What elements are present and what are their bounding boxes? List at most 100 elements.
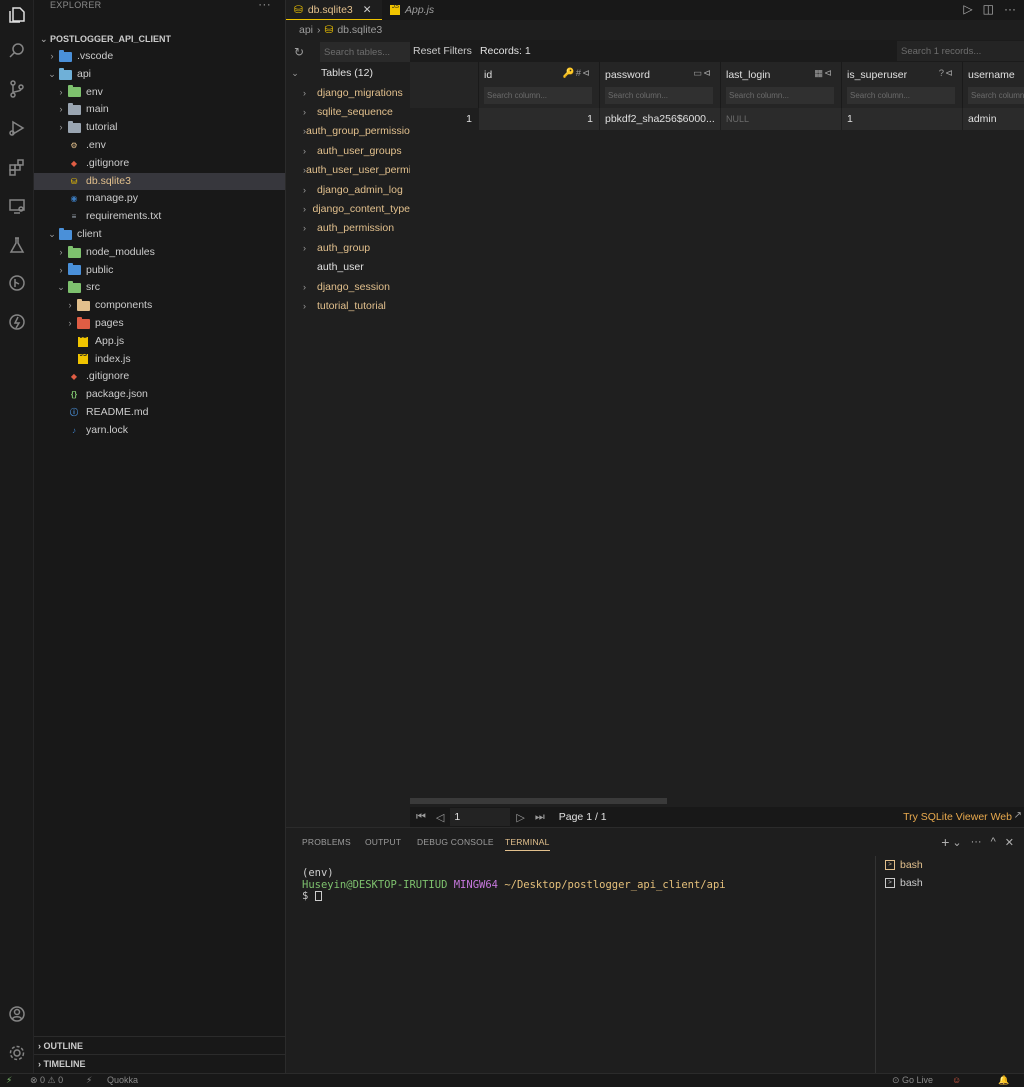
tab-app-js[interactable]: JS App.js bbox=[382, 0, 452, 20]
tree-item-gitignore[interactable]: ◆ .gitignore bbox=[34, 368, 285, 386]
table-item-auth-user-groups[interactable]: › auth_user_groups bbox=[286, 141, 410, 160]
table-item-auth-user-user-permissions[interactable]: ›auth_user_user_permissions bbox=[286, 161, 410, 180]
table-item-sqlite-sequence[interactable]: › sqlite_sequence bbox=[286, 102, 410, 121]
terminal-output[interactable]: (env) Huseyin@DESKTOP-IRUTIUD MINGW64 ~/… bbox=[302, 867, 726, 903]
tree-item-readme-md[interactable]: ⓘ README.md bbox=[34, 404, 285, 422]
settings-gear-icon[interactable] bbox=[4, 1040, 30, 1066]
tab-debug-console[interactable]: DEBUG CONSOLE bbox=[417, 837, 494, 847]
table-item-django-admin-log[interactable]: › django_admin_log bbox=[286, 180, 410, 199]
thunder-client-icon[interactable] bbox=[4, 309, 30, 335]
tree-item-index-js[interactable]: JS index.js bbox=[34, 351, 285, 369]
table-item-django-content-type[interactable]: › django_content_type bbox=[286, 199, 410, 218]
search-icon[interactable] bbox=[4, 38, 30, 64]
column-header-id[interactable]: id 🔑#⊲ bbox=[479, 62, 600, 108]
column-header-last-login[interactable]: last_login ▦⊲ bbox=[721, 62, 842, 108]
git-graph-icon[interactable] bbox=[4, 270, 30, 296]
tab-output[interactable]: OUTPUT bbox=[365, 837, 401, 847]
explorer-icon[interactable] bbox=[4, 2, 30, 28]
table-item-auth-group[interactable]: › auth_group bbox=[286, 238, 410, 257]
tree-item-yarn-lock[interactable]: ♪ yarn.lock bbox=[34, 422, 285, 440]
table-search-input[interactable] bbox=[320, 42, 410, 62]
testing-icon[interactable] bbox=[4, 232, 30, 258]
column-type-pin-icon[interactable]: ▭⊲ bbox=[693, 68, 712, 79]
column-search-input[interactable] bbox=[847, 87, 955, 104]
tree-item-package-json[interactable]: {} package.json bbox=[34, 386, 285, 404]
breadcrumb-folder[interactable]: api bbox=[299, 24, 313, 36]
tree-item-api[interactable]: ⌄ api bbox=[34, 66, 285, 84]
close-panel-icon[interactable]: ✕ bbox=[1005, 836, 1014, 849]
tab-db-sqlite3[interactable]: ⛁ db.sqlite3 ✕ bbox=[286, 0, 382, 20]
column-search-input[interactable] bbox=[605, 87, 713, 104]
source-control-icon[interactable] bbox=[4, 76, 30, 102]
column-type-pin-icon[interactable]: ▦⊲ bbox=[814, 68, 833, 79]
outline-section[interactable]: › OUTLINE bbox=[34, 1036, 286, 1054]
column-type-pin-icon[interactable]: 🔑#⊲ bbox=[563, 68, 591, 79]
remote-explorer-icon[interactable] bbox=[4, 193, 30, 219]
tree-item-client[interactable]: ⌄ client bbox=[34, 226, 285, 244]
tree-item-gitignore[interactable]: ◆ .gitignore bbox=[34, 155, 285, 173]
terminal-item-bash-2[interactable]: > bash bbox=[876, 874, 1024, 892]
new-terminal-button[interactable]: + bbox=[941, 834, 949, 850]
column-search-input[interactable] bbox=[968, 87, 1024, 104]
remote-icon[interactable]: ⚡ bbox=[6, 1075, 12, 1086]
refresh-icon[interactable]: ↻ bbox=[290, 43, 308, 61]
tab-problems[interactable]: PROBLEMS bbox=[302, 837, 351, 847]
next-page-button[interactable]: ▷ bbox=[516, 811, 524, 824]
tree-item-env[interactable]: ⚙ .env bbox=[34, 137, 285, 155]
split-editor-icon[interactable]: ◫ bbox=[983, 2, 994, 16]
cell-username[interactable]: admin bbox=[963, 108, 1024, 130]
tab-terminal[interactable]: TERMINAL bbox=[505, 837, 550, 851]
reset-filters-button[interactable]: Reset Filters bbox=[413, 45, 472, 57]
run-debug-icon[interactable] bbox=[4, 115, 30, 141]
go-live-button[interactable]: ⊙ Go Live bbox=[892, 1075, 933, 1086]
terminal-item-bash-1[interactable]: > bash bbox=[876, 856, 1024, 874]
chevron-down-icon[interactable]: ⌄ bbox=[952, 836, 961, 849]
more-actions-icon[interactable]: ··· bbox=[971, 836, 982, 848]
tree-item-manage-py[interactable]: ◉ manage.py bbox=[34, 190, 285, 208]
first-page-button[interactable]: ⏮ bbox=[416, 811, 426, 824]
tree-item-node-modules[interactable]: › node_modules bbox=[34, 244, 285, 262]
table-item-auth-permission[interactable]: › auth_permission bbox=[286, 219, 410, 238]
column-header-password[interactable]: password ▭⊲ bbox=[600, 62, 721, 108]
timeline-section[interactable]: › TIMELINE bbox=[34, 1054, 286, 1072]
table-item-tutorial-tutorial[interactable]: › tutorial_tutorial bbox=[286, 296, 410, 315]
tree-item-requirements-txt[interactable]: ≡ requirements.txt bbox=[34, 208, 285, 226]
more-actions-icon[interactable]: ··· bbox=[1004, 2, 1016, 16]
tree-item-vscode[interactable]: › .vscode bbox=[34, 48, 285, 66]
tree-item-env[interactable]: › env bbox=[34, 84, 285, 102]
try-sqlite-viewer-web-link[interactable]: Try SQLite Viewer Web bbox=[903, 811, 1012, 823]
column-header-is-superuser[interactable]: is_superuser ?⊲ bbox=[842, 62, 963, 108]
tree-item-app-js[interactable]: JS App.js bbox=[34, 333, 285, 351]
project-root-header[interactable]: ⌄ POSTLOGGER_API_CLIENT bbox=[34, 30, 285, 48]
prev-page-button[interactable]: ◁ bbox=[436, 811, 444, 824]
tree-item-public[interactable]: › public bbox=[34, 262, 285, 280]
quokka-status[interactable]: Quokka bbox=[107, 1075, 138, 1085]
notifications-bell-icon[interactable]: 🔔 bbox=[998, 1075, 1009, 1086]
column-search-input[interactable] bbox=[726, 87, 834, 104]
tree-item-components[interactable]: › components bbox=[34, 297, 285, 315]
extensions-icon[interactable] bbox=[4, 154, 30, 180]
run-icon[interactable]: ▷ bbox=[963, 2, 972, 16]
tables-header[interactable]: ⌄ Tables (12) bbox=[286, 64, 410, 82]
cell-password[interactable]: pbkdf2_sha256$6000... bbox=[600, 108, 721, 130]
records-search-input[interactable] bbox=[897, 41, 1024, 61]
column-search-input[interactable] bbox=[484, 87, 592, 104]
breadcrumb-file[interactable]: db.sqlite3 bbox=[337, 24, 382, 36]
table-item-django-session[interactable]: › django_session bbox=[286, 277, 410, 296]
explorer-more-icon[interactable]: ··· bbox=[258, 0, 271, 11]
tree-item-pages[interactable]: › pages bbox=[34, 315, 285, 333]
tree-item-db-sqlite3[interactable]: ⛁ db.sqlite3 bbox=[34, 172, 285, 191]
cell-is-superuser[interactable]: 1 bbox=[842, 108, 963, 130]
tree-item-tutorial[interactable]: › tutorial bbox=[34, 119, 285, 137]
table-item-auth-user[interactable]: auth_user bbox=[286, 258, 410, 277]
problems-status[interactable]: ⊗ 0 ⚠ 0 bbox=[30, 1075, 63, 1086]
column-type-pin-icon[interactable]: ?⊲ bbox=[939, 68, 954, 79]
table-row[interactable]: 1 1 pbkdf2_sha256$6000... NULL 1 admin bbox=[410, 108, 1024, 130]
close-icon[interactable]: ✕ bbox=[363, 2, 372, 18]
account-icon[interactable] bbox=[4, 1001, 30, 1027]
cell-last-login[interactable]: NULL bbox=[721, 108, 842, 130]
page-number-input[interactable] bbox=[450, 808, 511, 826]
maximize-panel-icon[interactable]: ^ bbox=[991, 836, 996, 848]
external-link-icon[interactable]: ↗ bbox=[1014, 810, 1022, 821]
horizontal-scrollbar[interactable] bbox=[410, 798, 667, 804]
